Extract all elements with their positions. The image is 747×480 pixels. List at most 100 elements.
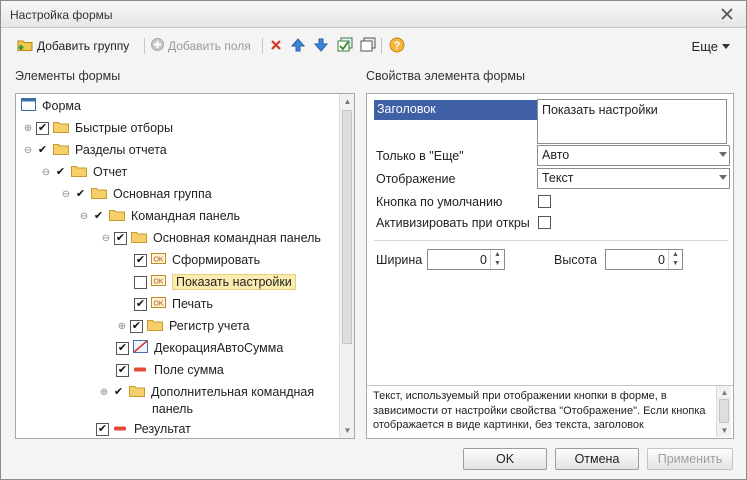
tree-item-decoration-autosum[interactable]: ✔ ДекорацияАвтоСумма	[116, 338, 283, 358]
uncheck-all-icon	[360, 37, 376, 55]
tree-item-ledger-register[interactable]: ⊕ ✔ Регистр учета	[116, 316, 250, 336]
tree-checkbox[interactable]: ✔	[74, 188, 87, 201]
svg-text:?: ?	[394, 40, 401, 52]
scroll-thumb[interactable]	[719, 399, 729, 423]
close-icon[interactable]	[718, 5, 736, 23]
move-down-button[interactable]	[313, 36, 329, 56]
width-value: 0	[480, 253, 487, 267]
scroll-down-icon[interactable]: ▼	[343, 426, 352, 435]
description-scrollbar[interactable]: ▲ ▼	[716, 386, 731, 437]
more-menu-button[interactable]: Еще	[692, 39, 730, 54]
tree-checkbox[interactable]: ✔	[134, 253, 147, 267]
folder-icon	[71, 165, 87, 180]
tree-item-label: Печать	[172, 297, 213, 311]
uncheck-all-button[interactable]	[360, 36, 376, 56]
scroll-thumb[interactable]	[342, 110, 352, 344]
collapse-icon[interactable]: ⊖	[22, 144, 34, 156]
height-input[interactable]: 0 ▲ ▼	[605, 249, 683, 270]
folder-icon	[131, 231, 147, 246]
collapse-icon[interactable]: ⊖	[100, 232, 112, 244]
tree-checkbox[interactable]: ✔	[36, 121, 49, 135]
height-value: 0	[658, 253, 665, 267]
tree-checkbox[interactable]: ✔	[54, 166, 67, 179]
tree-item-quick-filters[interactable]: ⊕ ✔ Быстрые отборы	[22, 118, 173, 138]
tree-item-label: Дополнительная командная	[151, 385, 315, 399]
collapse-icon[interactable]: ⊖	[60, 188, 72, 200]
collapse-icon[interactable]: ⊖	[78, 210, 90, 222]
toolbar: Добавить группу Добавить поля ? Еще	[1, 32, 746, 60]
folder-icon	[109, 209, 125, 224]
tree-checkbox[interactable]: ✔	[92, 210, 105, 223]
button-ok-icon: OK	[151, 297, 166, 311]
tree-item-sum-field[interactable]: ✔ Поле сумма	[116, 360, 224, 380]
tree-checkbox[interactable]: ✔	[130, 319, 143, 333]
tree-item-report-sections[interactable]: ⊖ ✔ Разделы отчета	[22, 140, 167, 160]
tree-item-main-group[interactable]: ⊖ ✔ Основная группа	[60, 184, 212, 204]
help-button[interactable]: ?	[389, 36, 405, 56]
add-group-button[interactable]: Добавить группу	[17, 36, 129, 56]
delete-icon	[269, 38, 283, 55]
tree-item-label: Форма	[42, 99, 81, 113]
width-input[interactable]: 0 ▲ ▼	[427, 249, 505, 270]
tree-checkbox[interactable]	[134, 275, 147, 289]
tree-item-main-command-panel[interactable]: ⊖ ✔ Основная командная панель	[100, 228, 321, 248]
more-label: Еще	[691, 39, 718, 54]
spin-arrows-icon[interactable]: ▲ ▼	[490, 250, 504, 269]
expand-icon[interactable]: ⊕	[116, 320, 128, 332]
folder-icon	[129, 385, 145, 400]
activate-checkbox[interactable]	[538, 216, 551, 229]
tree-checkbox[interactable]: ✔	[96, 422, 109, 436]
folder-icon	[53, 121, 69, 136]
tree-item-label: Разделы отчета	[75, 143, 167, 157]
expand-icon[interactable]: ⊕	[98, 386, 110, 398]
chevron-down-icon[interactable]	[719, 175, 727, 180]
help-icon: ?	[389, 37, 405, 56]
tree-item-label: Быстрые отборы	[75, 121, 173, 135]
spin-arrows-icon[interactable]: ▲ ▼	[668, 250, 682, 269]
collapse-icon[interactable]: ⊖	[40, 166, 52, 178]
tree-checkbox[interactable]: ✔	[112, 386, 125, 399]
ok-button[interactable]: OK	[463, 448, 547, 470]
delete-button[interactable]	[269, 36, 283, 56]
width-label: Ширина	[376, 253, 423, 267]
tree-checkbox[interactable]: ✔	[36, 144, 49, 157]
tree-item-command-panel[interactable]: ⊖ ✔ Командная панель	[78, 206, 240, 226]
tree-item-label-continued: панель	[152, 399, 193, 419]
tree-item-report[interactable]: ⊖ ✔ Отчет	[40, 162, 127, 182]
add-group-label: Добавить группу	[37, 39, 130, 53]
tree-item-form[interactable]: Форма	[21, 96, 81, 116]
tree-checkbox[interactable]: ✔	[134, 297, 147, 311]
scroll-down-icon[interactable]: ▼	[720, 426, 729, 435]
tree-checkbox[interactable]: ✔	[116, 341, 129, 355]
display-select[interactable]: Текст	[537, 168, 730, 189]
cancel-button[interactable]: Отмена	[555, 448, 639, 470]
tree-item-label: Показать настройки	[172, 274, 296, 290]
title-property-input[interactable]: Показать настройки	[537, 99, 727, 144]
tree-item-label: Регистр учета	[169, 319, 250, 333]
tree-item-show-settings[interactable]: OK Показать настройки	[134, 272, 296, 292]
scroll-up-icon[interactable]: ▲	[343, 97, 352, 106]
only-more-select[interactable]: Авто	[537, 145, 730, 166]
tree-item-result[interactable]: ✔ Результат	[96, 419, 191, 438]
scroll-up-icon[interactable]: ▲	[720, 388, 729, 397]
tree-checkbox[interactable]: ✔	[114, 231, 127, 245]
apply-button[interactable]: Применить	[647, 448, 733, 470]
add-group-icon	[17, 37, 34, 55]
folder-icon	[91, 187, 107, 202]
tree-item-additional-command-panel[interactable]: ⊕ ✔ Дополнительная командная	[98, 382, 314, 402]
field-icon	[113, 422, 128, 436]
tree-scrollbar[interactable]: ▲ ▼	[339, 94, 354, 438]
tree-item-generate[interactable]: ✔ OK Сформировать	[134, 250, 260, 270]
form-elements-tree[interactable]: Форма ⊕ ✔ Быстрые отборы ⊖ ✔ Разделы отч…	[15, 93, 355, 439]
toolbar-separator	[381, 38, 382, 54]
chevron-down-icon[interactable]	[719, 152, 727, 157]
check-all-button[interactable]	[337, 36, 353, 56]
only-more-value: Авто	[542, 148, 570, 162]
tree-item-label: Отчет	[93, 165, 128, 179]
expand-icon[interactable]: ⊕	[22, 122, 34, 134]
tree-item-print[interactable]: ✔ OK Печать	[134, 294, 213, 314]
move-up-button[interactable]	[290, 36, 306, 56]
add-fields-button[interactable]: Добавить поля	[150, 36, 251, 56]
default-button-checkbox[interactable]	[538, 195, 551, 208]
tree-checkbox[interactable]: ✔	[116, 363, 129, 377]
